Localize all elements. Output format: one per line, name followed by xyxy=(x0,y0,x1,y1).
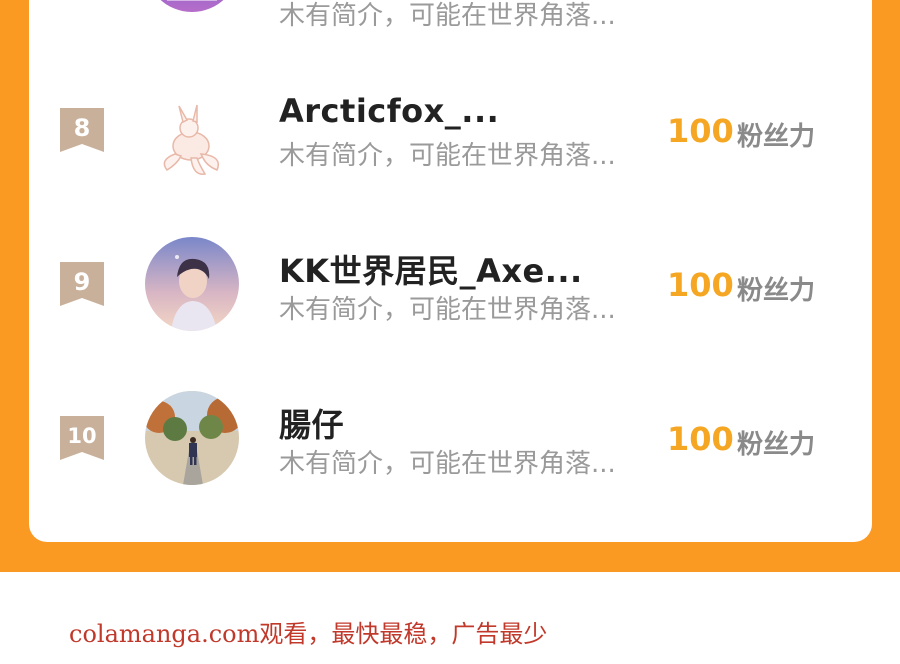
rank-number: 9 xyxy=(73,268,91,296)
rank-number: 8 xyxy=(73,114,91,142)
ranking-row[interactable]: 9 KK世界居民_Axe... 木有简介，可能在世界角落... 100 粉丝力 xyxy=(29,237,872,370)
rank-badge: 10 xyxy=(60,416,104,460)
fan-power-score: 100 xyxy=(667,420,734,458)
ranking-row[interactable]: 木有简介，可能在世界角落... xyxy=(29,0,872,48)
fan-power-label: 粉丝力 xyxy=(737,430,816,460)
rank-badge: 8 xyxy=(60,108,104,152)
fan-power-score: 100 xyxy=(667,112,734,150)
ranking-row[interactable]: 8 Arcticfox_... 木有简介，可能在世界角落... 100 粉丝力 xyxy=(29,86,872,216)
watermark-text: colamanga.com观看，最快最稳，广告最少 xyxy=(69,620,548,648)
fan-power-score: 100 xyxy=(667,266,734,304)
avatar[interactable] xyxy=(145,0,239,12)
user-name[interactable]: Arcticfox_... xyxy=(279,92,499,130)
user-bio: 木有简介，可能在世界角落... xyxy=(279,1,616,31)
avatar[interactable] xyxy=(145,237,239,331)
user-bio: 木有简介，可能在世界角落... xyxy=(279,141,616,171)
user-name[interactable]: 腸仔 xyxy=(279,400,344,446)
ranking-row[interactable]: 10 腸仔 木有简介，可能在世界角落... 100 粉丝力 xyxy=(29,391,872,524)
fan-power-label: 粉丝力 xyxy=(737,276,816,306)
ranking-list-card: 木有简介，可能在世界角落... 8 Arcticfox_... 木有简介，可能在… xyxy=(29,0,872,542)
rank-badge: 9 xyxy=(60,262,104,306)
rank-number: 10 xyxy=(67,424,97,448)
avatar[interactable] xyxy=(145,94,239,188)
avatar[interactable] xyxy=(145,391,239,485)
user-bio: 木有简介，可能在世界角落... xyxy=(279,295,616,325)
user-name[interactable]: KK世界居民_Axe... xyxy=(279,246,583,292)
user-bio: 木有简介，可能在世界角落... xyxy=(279,449,616,479)
fan-power-label: 粉丝力 xyxy=(737,122,816,152)
